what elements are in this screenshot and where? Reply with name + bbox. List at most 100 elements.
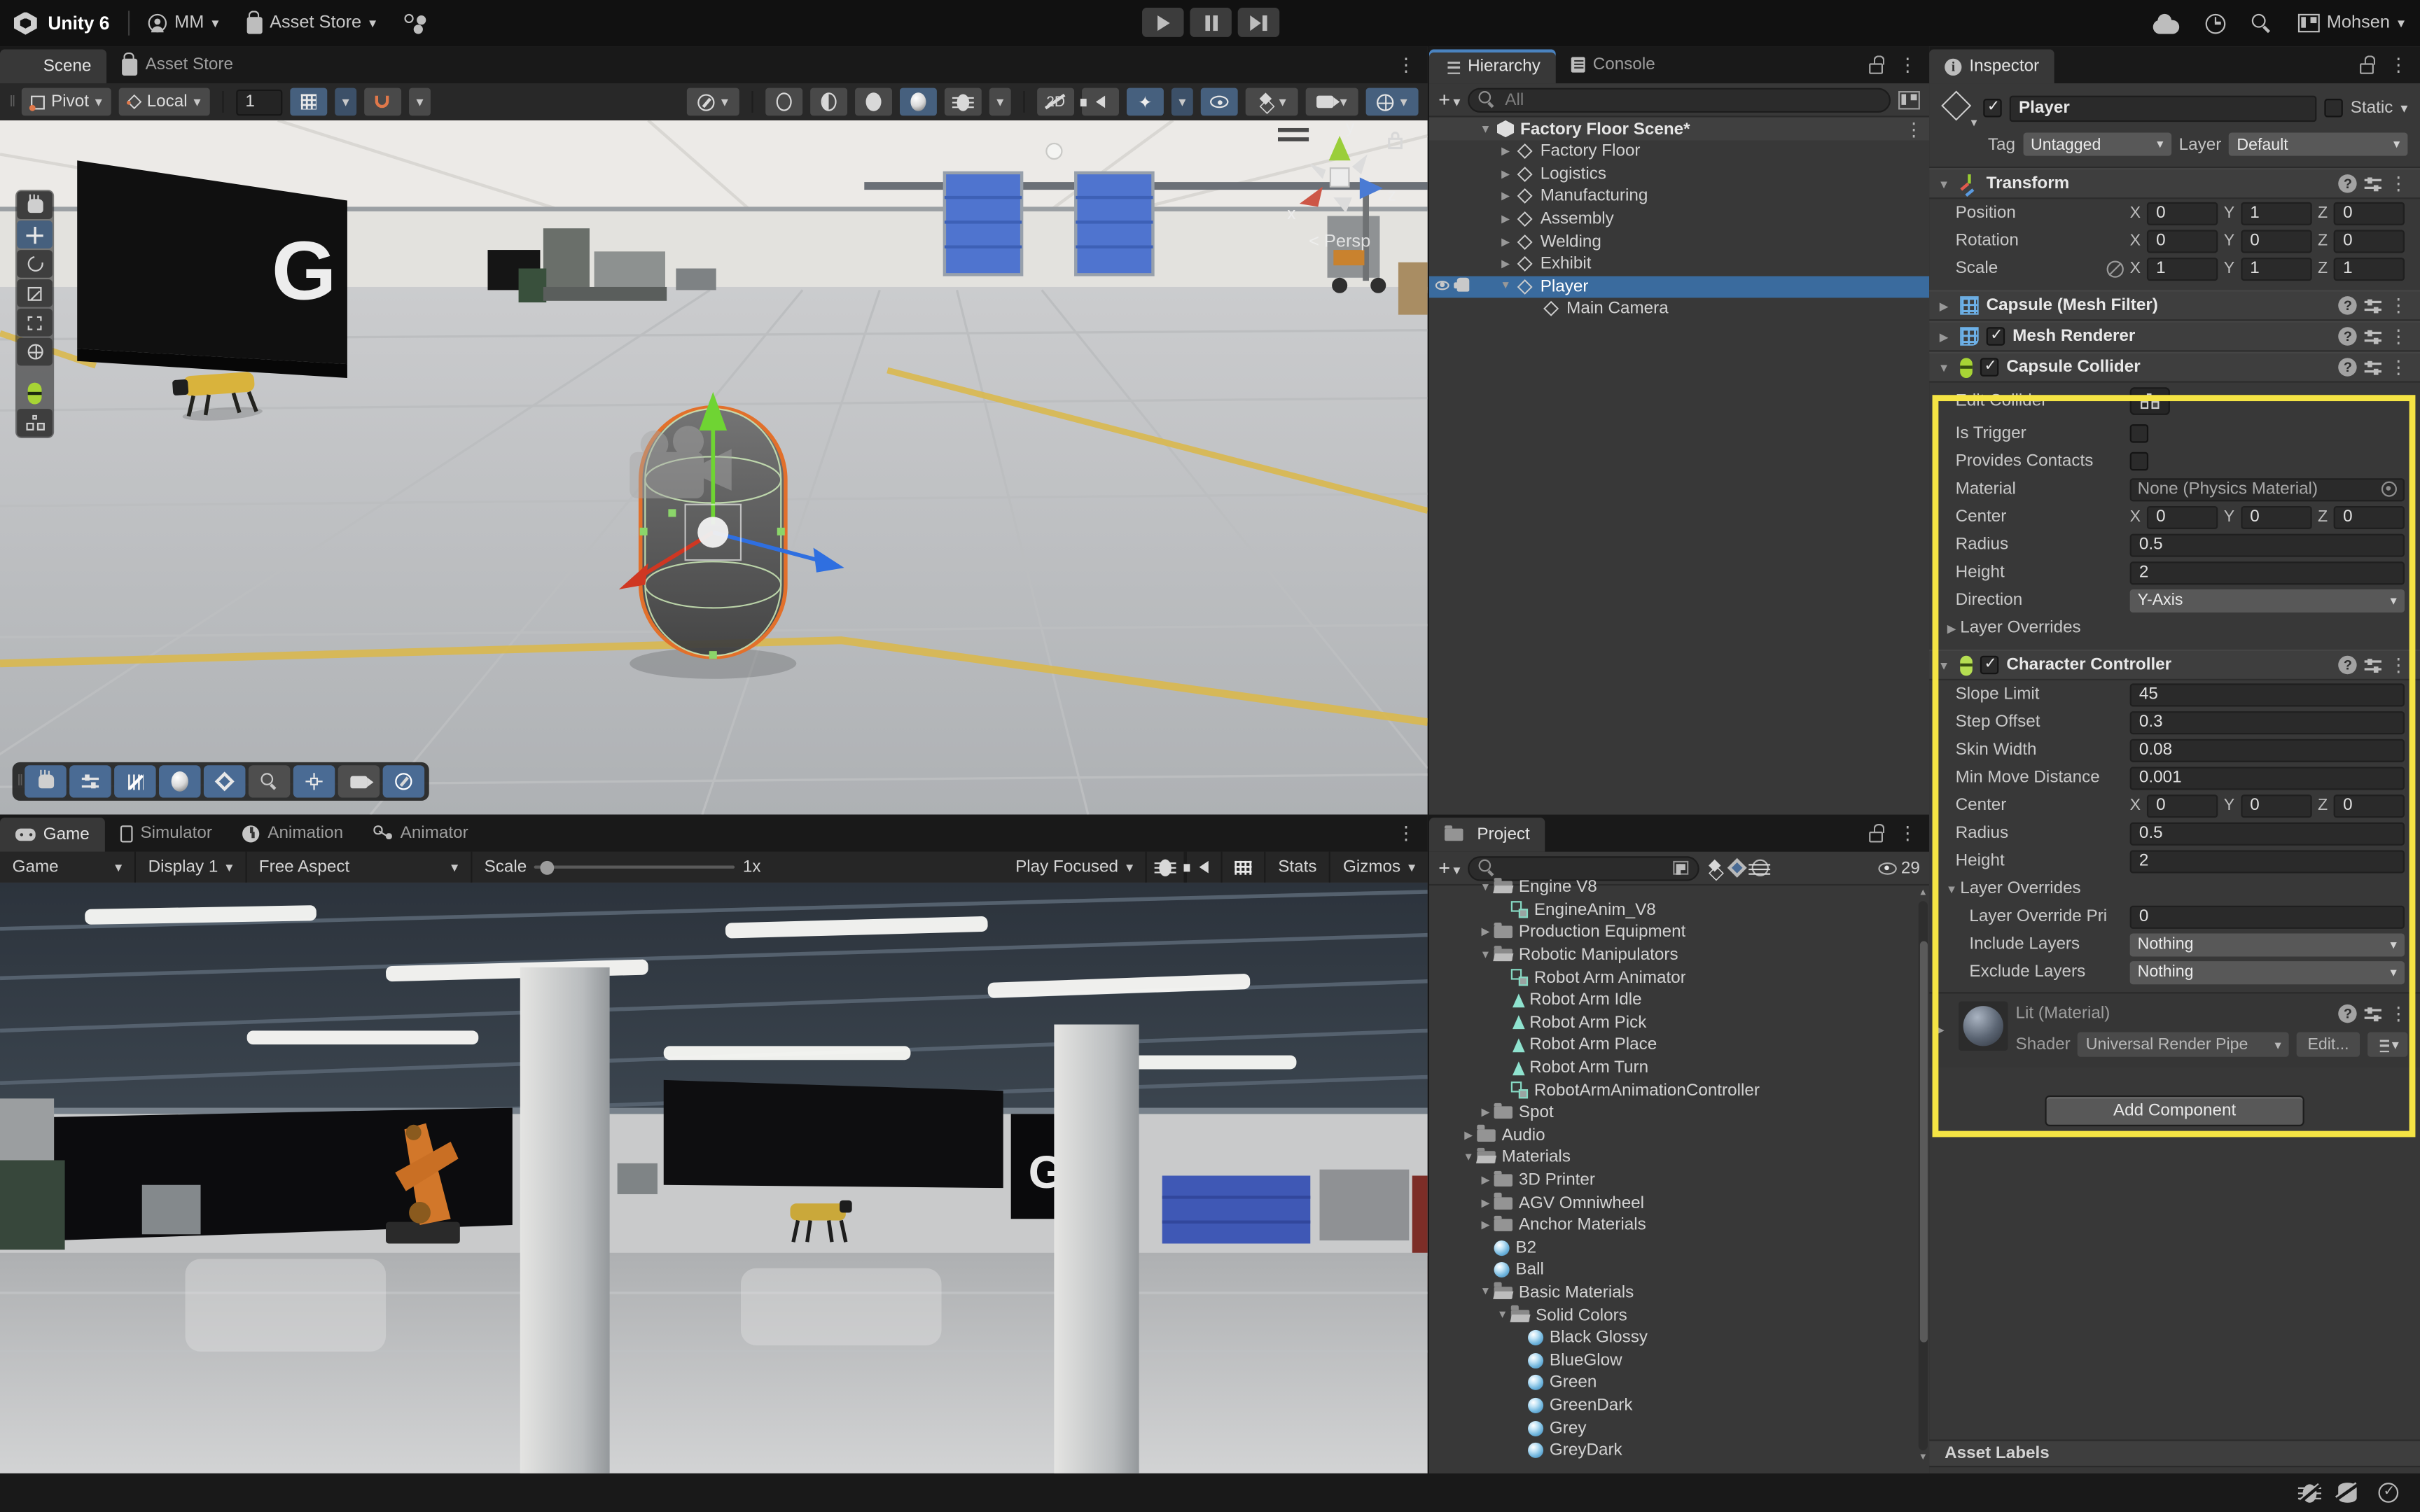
handle-rotation-dropdown[interactable]: Local xyxy=(119,88,210,116)
project-item[interactable]: 3D Printer xyxy=(1429,1169,1929,1191)
debug-button[interactable] xyxy=(1147,852,1185,883)
project-item[interactable]: Ball xyxy=(1429,1259,1929,1282)
project-item[interactable]: BlueGlow xyxy=(1429,1349,1929,1371)
static-checkbox[interactable] xyxy=(2324,99,2342,117)
presets-icon[interactable] xyxy=(2365,328,2381,344)
center-z[interactable]: 0 xyxy=(2334,794,2405,817)
label-filter-icon[interactable] xyxy=(1752,860,1769,876)
search-input[interactable] xyxy=(1502,857,1667,878)
expand-arrow[interactable] xyxy=(1477,927,1494,939)
capsule-collider-header[interactable]: Capsule Collider xyxy=(1929,352,2420,383)
expand-arrow[interactable] xyxy=(1477,1107,1494,1119)
layer-overrides-foldout[interactable]: Layer Overrides xyxy=(1929,614,2420,642)
radius-field[interactable]: 0.5 xyxy=(2130,822,2405,845)
value-field[interactable]: 0.001 xyxy=(2130,766,2405,789)
scene-visibility-button[interactable] xyxy=(1201,88,1238,116)
expand-arrow[interactable] xyxy=(1497,281,1514,292)
audio-mute-button[interactable] xyxy=(1082,88,1119,116)
project-item[interactable]: B2 xyxy=(1429,1237,1929,1259)
panel-menu-icon[interactable] xyxy=(1898,822,1917,844)
tab-project[interactable]: Project xyxy=(1429,818,1545,851)
user-menu[interactable]: Mohsen xyxy=(2297,14,2405,32)
asset-labels-bar[interactable]: Asset Labels xyxy=(1929,1439,2420,1467)
project-item[interactable]: Anchor Materials xyxy=(1429,1214,1929,1236)
expand-arrow[interactable] xyxy=(1477,950,1494,960)
center-z[interactable]: 0 xyxy=(2334,505,2405,528)
step-button[interactable] xyxy=(1238,8,1280,37)
expand-arrow[interactable] xyxy=(1460,1152,1477,1163)
shader-edit-button[interactable]: Edit... xyxy=(2297,1032,2360,1057)
hierarchy-item[interactable]: Logistics xyxy=(1429,163,1929,186)
lock-icon[interactable] xyxy=(1869,63,1883,74)
active-checkbox[interactable] xyxy=(1983,99,2001,117)
foldout-arrow[interactable] xyxy=(1935,298,1952,312)
package-filter-icon[interactable] xyxy=(1707,860,1723,876)
material-thumbnail[interactable] xyxy=(1959,1001,2008,1051)
project-item[interactable]: Spot xyxy=(1429,1102,1929,1124)
cloud-icon[interactable] xyxy=(2153,20,2178,34)
grid-toggle-button[interactable] xyxy=(114,765,156,797)
constrain-proportions-icon[interactable] xyxy=(2107,260,2124,276)
component-menu-icon[interactable] xyxy=(2389,356,2407,378)
mute-audio-button[interactable] xyxy=(1185,852,1223,883)
help-icon[interactable] xyxy=(2338,358,2356,376)
rotation-x[interactable]: 0 xyxy=(2147,229,2218,252)
view-tool-button[interactable] xyxy=(17,191,53,219)
project-item[interactable]: Production Equipment xyxy=(1429,921,1929,944)
help-icon[interactable] xyxy=(2338,656,2356,674)
project-item[interactable]: Engine V8 xyxy=(1429,876,1929,899)
search-icon[interactable] xyxy=(2251,13,2272,34)
project-item[interactable]: Robot Arm Pick xyxy=(1429,1011,1929,1034)
hierarchy-item[interactable]: Assembly xyxy=(1429,208,1929,230)
pan-view-button[interactable] xyxy=(25,765,67,797)
overlay-handle[interactable]: ‖ xyxy=(17,773,22,790)
project-item[interactable]: GreyDark xyxy=(1429,1439,1929,1462)
rotation-z[interactable]: 0 xyxy=(2334,229,2405,252)
foldout-arrow[interactable] xyxy=(1935,360,1952,374)
vsync-button[interactable] xyxy=(1223,852,1266,883)
expand-arrow[interactable] xyxy=(1494,1310,1511,1320)
activity-ok-icon[interactable] xyxy=(2379,1483,2399,1503)
play-button[interactable] xyxy=(1142,8,1184,37)
hierarchy-item[interactable]: Factory Floor xyxy=(1429,141,1929,163)
help-icon[interactable] xyxy=(2338,296,2356,314)
project-item[interactable]: Robot Arm Place xyxy=(1429,1034,1929,1056)
name-field[interactable] xyxy=(2010,95,2317,121)
expand-arrow[interactable] xyxy=(1497,146,1514,158)
capsule-collider-tool[interactable] xyxy=(17,379,53,407)
position-x[interactable]: 0 xyxy=(2147,202,2218,225)
create-button[interactable]: + xyxy=(1438,88,1460,111)
project-item[interactable]: Robot Arm Animator xyxy=(1429,967,1929,989)
cache-server-disconnected-icon[interactable] xyxy=(2338,1483,2356,1503)
value-field[interactable]: 0.3 xyxy=(2130,710,2405,734)
toggle-2d-button[interactable]: 2D xyxy=(1037,88,1074,116)
type-filter-icon[interactable] xyxy=(1727,858,1747,878)
presets-icon[interactable] xyxy=(2365,297,2381,314)
project-item[interactable]: Basic Materials xyxy=(1429,1282,1929,1304)
transform-header[interactable]: Transform xyxy=(1929,168,2420,199)
gizmos-dropdown[interactable] xyxy=(1366,88,1419,116)
position-y[interactable]: 1 xyxy=(2241,202,2311,225)
static-flags-caret[interactable] xyxy=(2400,99,2407,117)
scale-slider[interactable] xyxy=(534,865,735,869)
shading-wireframe-button[interactable] xyxy=(765,88,802,116)
tab-inspector[interactable]: Inspector xyxy=(1929,50,2054,83)
height-field[interactable]: 2 xyxy=(2130,561,2405,584)
scale-x[interactable]: 1 xyxy=(2147,257,2218,280)
expand-arrow[interactable] xyxy=(1477,1174,1494,1186)
grid-visibility-caret[interactable] xyxy=(335,88,356,116)
tab-console[interactable]: Console xyxy=(1556,46,1671,83)
expand-arrow[interactable] xyxy=(1477,1219,1494,1232)
scene-menu-icon[interactable] xyxy=(1905,118,1923,140)
effects-caret[interactable] xyxy=(1171,88,1193,116)
display-dropdown[interactable]: Display 1 xyxy=(136,852,246,883)
value-field[interactable]: 0.08 xyxy=(2130,738,2405,762)
aspect-dropdown[interactable]: Free Aspect xyxy=(246,852,472,883)
foldout-arrow[interactable]: ▶ xyxy=(1935,1022,1951,1036)
override-value-field[interactable]: Nothing xyxy=(2130,960,2405,983)
move-tool-button[interactable] xyxy=(17,220,53,248)
rect-tool-button[interactable] xyxy=(17,309,53,337)
project-item[interactable]: Robot Arm Turn xyxy=(1429,1056,1929,1079)
center-y[interactable]: 0 xyxy=(2241,505,2311,528)
component-menu-icon[interactable] xyxy=(2389,326,2407,347)
